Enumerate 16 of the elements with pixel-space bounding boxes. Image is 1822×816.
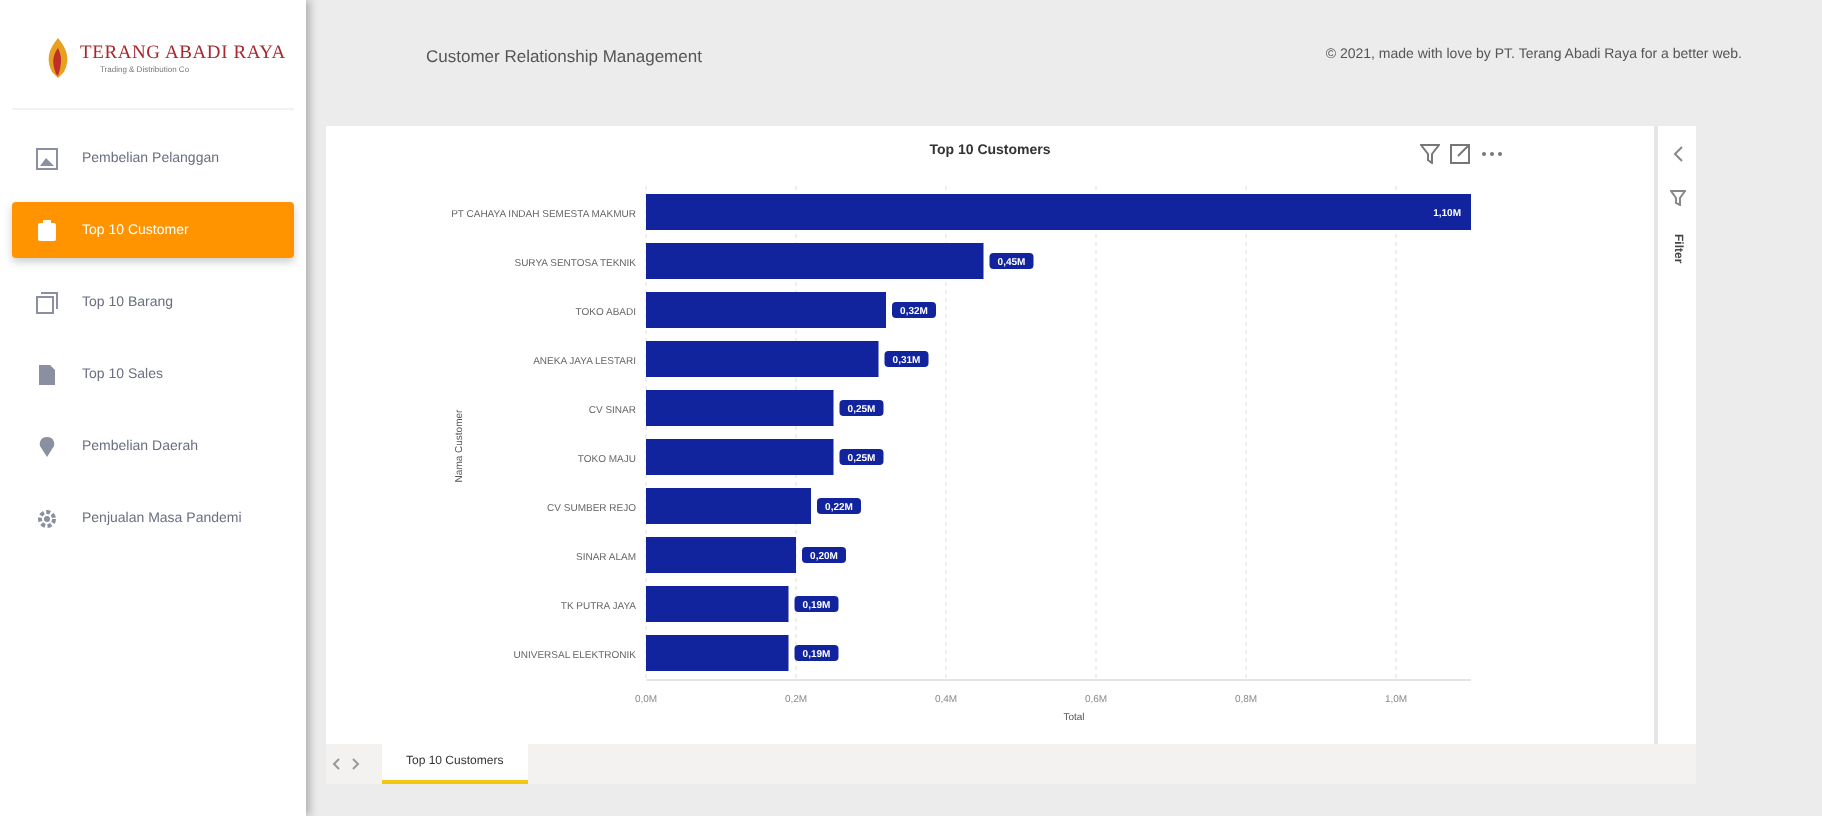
image-icon bbox=[36, 147, 58, 169]
chevron-left-icon[interactable] bbox=[1671, 146, 1683, 162]
gallery-icon bbox=[36, 291, 58, 313]
bar bbox=[646, 586, 789, 622]
flame-logo-icon bbox=[46, 36, 70, 80]
filter-icon[interactable] bbox=[1420, 144, 1440, 164]
focus-mode-icon[interactable] bbox=[1450, 144, 1470, 164]
gear-icon bbox=[36, 507, 58, 529]
bar bbox=[646, 635, 789, 671]
file-icon bbox=[36, 363, 58, 385]
page-title: Customer Relationship Management bbox=[426, 45, 702, 65]
brand-name: TERANG ABADI RAYA bbox=[80, 43, 286, 63]
filter-icon bbox=[1669, 190, 1685, 206]
pin-icon bbox=[36, 435, 58, 457]
clipboard-icon bbox=[36, 219, 58, 241]
more-options-icon[interactable] bbox=[1480, 150, 1504, 158]
